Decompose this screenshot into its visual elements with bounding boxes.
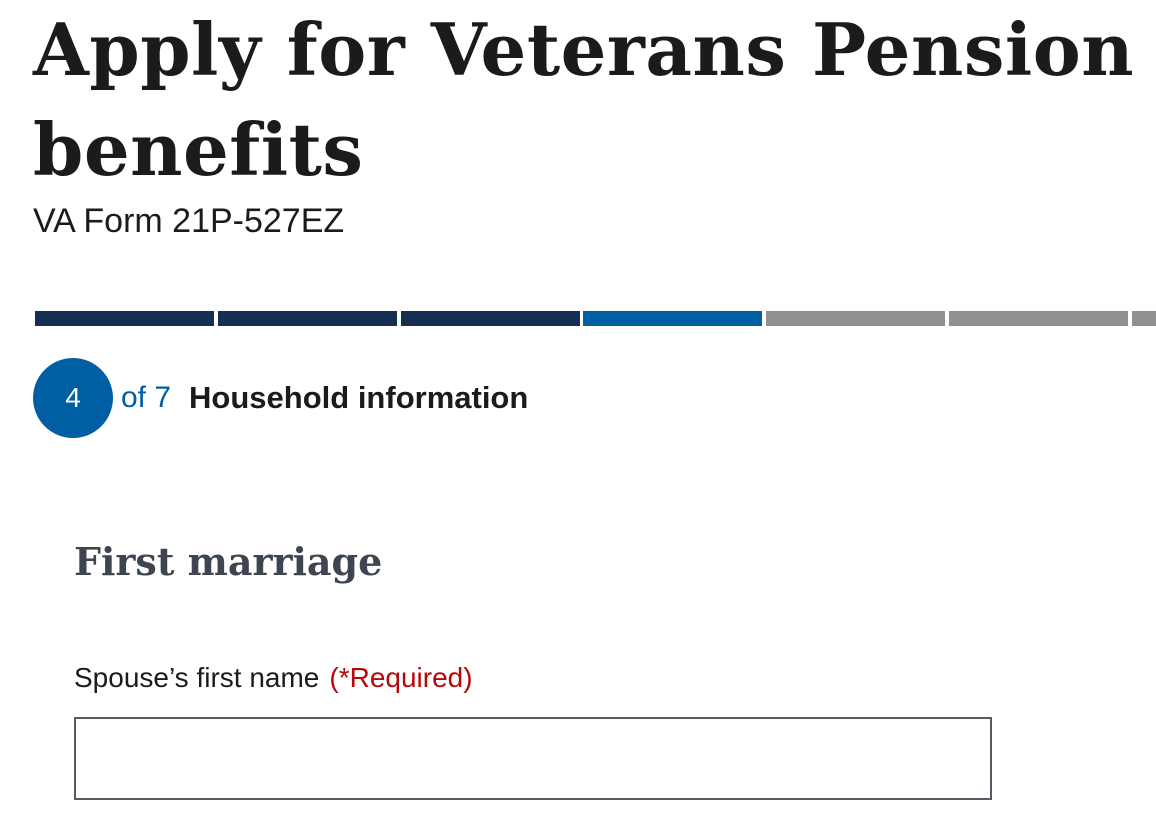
step-counter: 4 of 7 Household information [33,358,528,438]
spouse-first-name-input[interactable] [74,717,992,800]
step-name: Household information [189,380,529,415]
field-label-text: Spouse’s first name [74,662,320,693]
progress-segment-4 [583,311,762,326]
progress-segment-3 [401,311,580,326]
progress-segment-6 [949,311,1128,326]
page-title: Apply for Veterans Pension benefits [33,7,1135,192]
section-heading: First marriage [74,539,383,584]
step-number-circle: 4 [33,358,113,438]
progress-segment-7 [1132,311,1156,326]
progress-segment-2 [218,311,397,326]
segmented-progress-bar [35,311,1156,326]
progress-segment-5 [766,311,945,326]
progress-segment-1 [35,311,214,326]
form-number-subtitle: VA Form 21P-527EZ [33,202,345,240]
spouse-first-name-label: Spouse’s first name (*Required) [74,658,473,698]
step-of-total: of 7 [121,381,172,414]
required-marker: (*Required) [329,662,473,693]
